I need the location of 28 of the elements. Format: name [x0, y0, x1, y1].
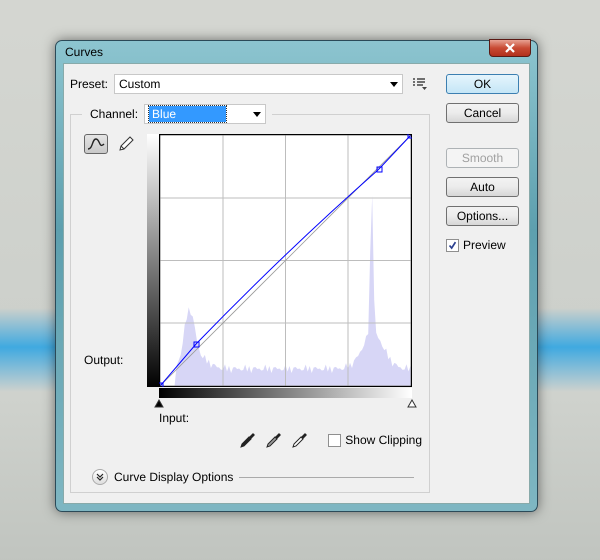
close-icon — [504, 43, 516, 53]
show-clipping-label: Show Clipping — [345, 433, 422, 447]
close-button[interactable] — [489, 39, 531, 57]
dialog-button[interactable]: Cancel — [446, 103, 519, 123]
input-label: Input: — [159, 411, 190, 425]
window-title: Curves — [65, 45, 104, 59]
input-slider-handle[interactable] — [407, 399, 417, 408]
preset-dropdown[interactable]: Custom — [114, 74, 404, 94]
pencil-icon — [118, 136, 134, 152]
eyedropper-icon[interactable] — [265, 431, 283, 449]
show-clipping-checkbox[interactable] — [328, 434, 342, 446]
output-label: Output: — [84, 353, 124, 367]
preview-checkbox[interactable] — [446, 238, 459, 252]
curve-button[interactable]: Auto — [446, 177, 519, 197]
dialog-button[interactable]: OK — [446, 74, 519, 94]
input-slider-handle[interactable] — [154, 399, 164, 408]
channel-label: Channel: — [90, 107, 138, 121]
curve-icon — [87, 137, 105, 151]
preset-menu-icon[interactable] — [413, 78, 428, 90]
eyedropper-icon[interactable] — [239, 431, 257, 449]
curve-tool-button[interactable] — [84, 134, 108, 154]
curve-button[interactable]: Options... — [446, 206, 519, 226]
curve-display-options-label: Curve Display Options — [114, 470, 234, 484]
eyedropper-icon[interactable] — [291, 431, 309, 449]
preset-label: Preset: — [70, 77, 108, 91]
preview-label: Preview — [463, 238, 506, 252]
expand-button[interactable] — [92, 469, 108, 485]
chevron-icon — [96, 473, 104, 481]
